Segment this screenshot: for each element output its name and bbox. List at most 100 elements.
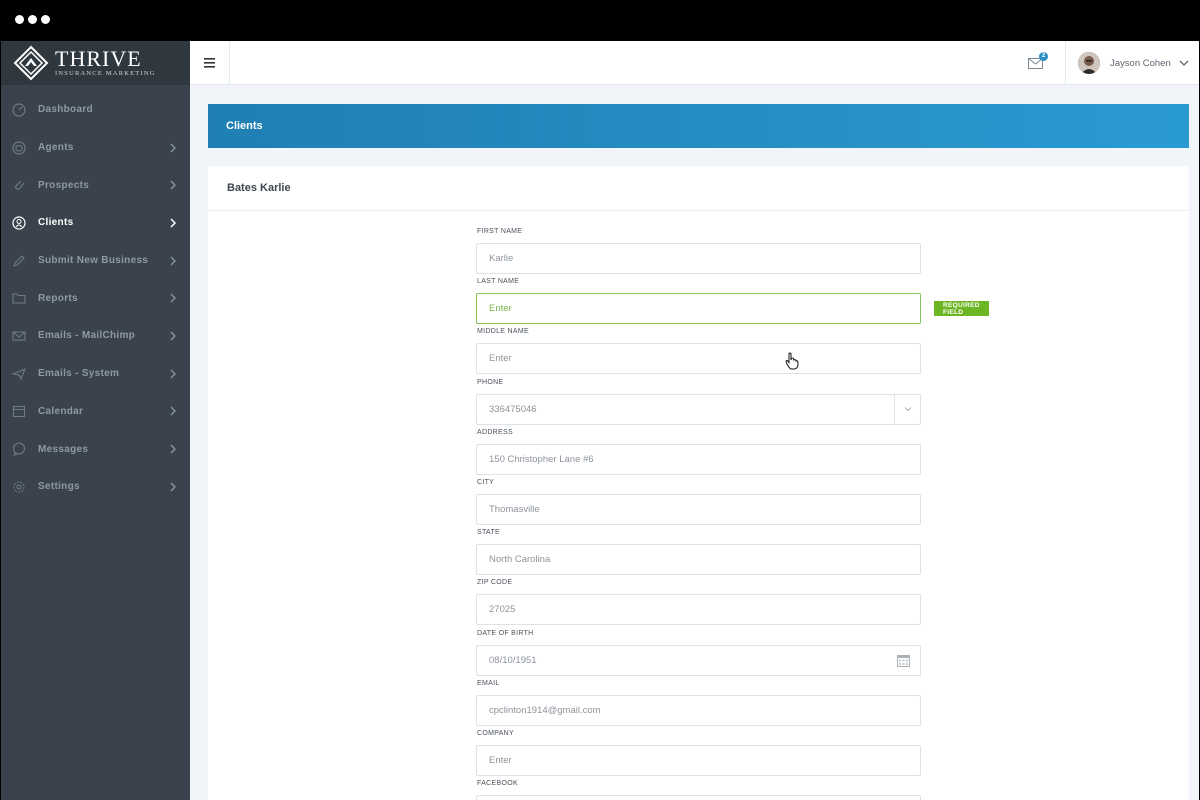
phone-field: PHONE 336475046 <box>476 377 921 427</box>
envelope-icon <box>11 328 27 344</box>
address-input[interactable]: 150 Christopher Lane #6 <box>476 443 921 475</box>
dashboard-icon <box>11 102 27 118</box>
chevron-right-icon <box>170 218 177 228</box>
sidebar-item-label: Emails - System <box>38 368 120 380</box>
chat-icon <box>11 441 27 457</box>
date-of-birth-value: 08/10/1951 <box>489 654 537 666</box>
brand-logo[interactable]: THRIVE INSURANCE MARKETING <box>1 41 190 85</box>
phone-value: 336475046 <box>489 403 537 415</box>
user-circle-icon <box>11 215 27 231</box>
field-label: STATE <box>477 529 501 537</box>
field-label: DATE OF BIRTH <box>477 629 534 637</box>
mail-notifications-button[interactable]: 2 <box>1028 52 1052 72</box>
chevron-right-icon <box>170 331 176 341</box>
sidebar-item-calendar[interactable]: Calendar <box>1 393 190 431</box>
sidebar-item-label: Settings <box>38 481 80 493</box>
field-label: ADDRESS <box>477 428 513 436</box>
top-bar: 2 Jayson Cohen <box>190 41 1199 85</box>
brand-name: THRIVE <box>55 46 142 71</box>
sidebar-item-agents[interactable]: Agents <box>1 129 190 167</box>
paper-plane-icon <box>11 366 27 382</box>
state-field: STATE North Carolina <box>476 527 921 577</box>
city-field: CITY Thomasville <box>476 477 921 527</box>
chevron-right-icon <box>170 256 176 266</box>
paperclip-icon <box>11 177 27 193</box>
sidebar-item-submit-new-business[interactable]: Submit New Business <box>1 242 190 280</box>
agent-icon <box>11 140 27 156</box>
window-titlebar <box>0 0 1200 41</box>
sidebar-item-label: Prospects <box>38 179 90 191</box>
sidebar-item-emails-system[interactable]: Emails - System <box>1 355 190 393</box>
card-header: Bates Karlie <box>208 166 1189 211</box>
sidebar-item-label: Agents <box>38 142 74 154</box>
window-dot-icon[interactable] <box>41 15 50 24</box>
chevron-right-icon <box>170 369 176 379</box>
date-of-birth-field: DATE OF BIRTH 08/10/1951 <box>476 628 921 678</box>
sidebar-item-prospects[interactable]: Prospects <box>1 166 190 204</box>
date-of-birth-input[interactable]: 08/10/1951 <box>476 644 921 676</box>
chevron-right-icon <box>170 293 176 303</box>
sidebar-item-label: Emails - MailChimp <box>38 330 136 342</box>
thrive-logo-icon <box>13 45 49 81</box>
sidebar-item-label: Dashboard <box>38 104 93 116</box>
client-name-title: Bates Karlie <box>227 182 291 194</box>
calendar-icon[interactable] <box>897 654 910 670</box>
sidebar-item-reports[interactable]: Reports <box>1 279 190 317</box>
page-header-banner: Clients <box>208 104 1189 148</box>
zip-code-input[interactable]: 27025 <box>476 594 921 626</box>
facebook-input[interactable] <box>476 795 921 800</box>
field-label: PHONE <box>477 378 504 386</box>
sidebar-item-label: Clients <box>38 217 74 229</box>
menu-toggle-button[interactable] <box>190 41 230 85</box>
calendar-icon <box>11 403 27 419</box>
window-dot-icon[interactable] <box>28 15 37 24</box>
hand-cursor-icon <box>785 352 799 370</box>
avatar <box>1078 52 1100 74</box>
field-label: ZIP CODE <box>477 579 513 587</box>
user-name: Jayson Cohen <box>1110 57 1171 69</box>
field-label: MIDDLE NAME <box>477 328 529 336</box>
sidebar-item-label: Calendar <box>38 405 84 417</box>
facebook-field: FACEBOOK <box>476 778 921 800</box>
gear-icon <box>11 479 27 495</box>
middle-name-field: MIDDLE NAME Enter <box>476 326 921 376</box>
sidebar-item-label: Messages <box>38 443 89 455</box>
client-form: FIRST NAME Karlie LAST NAME Enter REQUIR… <box>476 226 989 800</box>
window-dot-icon[interactable] <box>15 15 24 24</box>
field-label: LAST NAME <box>477 278 520 286</box>
sidebar-item-settings[interactable]: Settings <box>1 468 190 506</box>
phone-dropdown-button[interactable] <box>894 394 920 424</box>
email-input[interactable]: cpclinton1914@gmail.com <box>476 694 921 726</box>
folder-icon <box>11 290 27 306</box>
chevron-down-icon <box>904 407 911 412</box>
field-label: CITY <box>477 478 495 486</box>
sidebar-item-clients[interactable]: Clients <box>1 204 190 242</box>
mail-count-badge: 2 <box>1039 52 1048 61</box>
sidebar-item-emails-mailchimp[interactable]: Emails - MailChimp <box>1 317 190 355</box>
sidebar-item-label: Submit New Business <box>38 255 149 267</box>
app-window: THRIVE INSURANCE MARKETING Dashboard Age… <box>1 41 1199 800</box>
page-title: Clients <box>226 120 263 132</box>
last-name-input[interactable]: Enter <box>476 293 921 325</box>
company-input[interactable]: Enter <box>476 744 921 776</box>
sidebar-item-messages[interactable]: Messages <box>1 430 190 468</box>
middle-name-input[interactable]: Enter <box>476 343 921 375</box>
brand-tagline: INSURANCE MARKETING <box>55 70 156 77</box>
first-name-input[interactable]: Karlie <box>476 243 921 274</box>
city-input[interactable]: Thomasville <box>476 493 921 525</box>
chevron-right-icon <box>170 482 176 492</box>
sidebar-item-label: Reports <box>38 292 78 304</box>
brand-text: THRIVE INSURANCE MARKETING <box>55 46 156 78</box>
pencil-icon <box>11 253 27 269</box>
chevron-right-icon <box>170 143 176 152</box>
user-menu[interactable]: Jayson Cohen <box>1065 41 1199 85</box>
phone-input[interactable]: 336475046 <box>476 393 921 425</box>
state-input[interactable]: North Carolina <box>476 544 921 576</box>
field-label: EMAIL <box>477 679 500 687</box>
sidebar-item-dashboard[interactable]: Dashboard <box>1 91 190 129</box>
field-label: COMPANY <box>477 729 514 737</box>
chevron-right-icon <box>170 180 176 190</box>
sidebar-nav: Dashboard Agents Prospects Clients Submi… <box>1 85 190 506</box>
chevron-right-icon <box>170 444 176 454</box>
zip-code-field: ZIP CODE 27025 <box>476 577 921 627</box>
